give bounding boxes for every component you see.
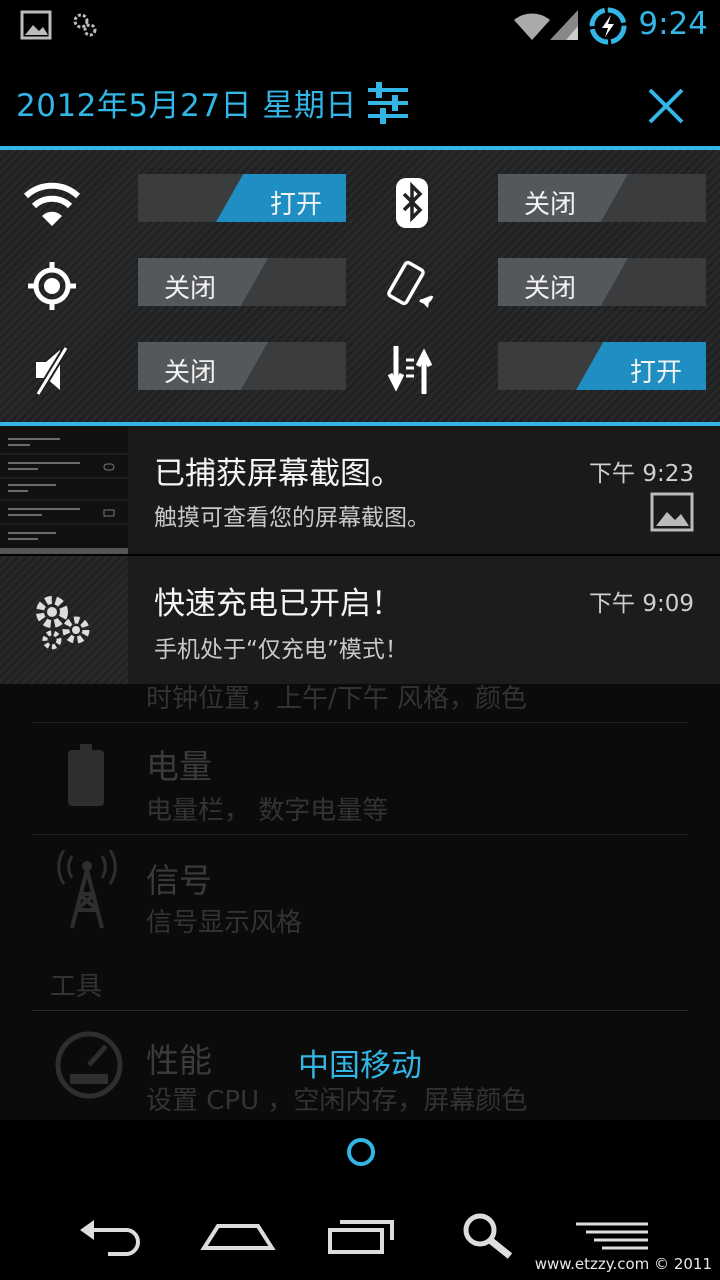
signal-tower-icon <box>54 849 120 934</box>
perf-item-subtitle: 设置 CPU ，空闲内存，屏幕颜色 <box>146 1086 528 1116</box>
sound-muted-icon[interactable] <box>22 340 82 400</box>
notification-text: 手机处于“仅充电”模式！ <box>154 637 408 663</box>
home-icon[interactable] <box>198 1208 278 1264</box>
bluetooth-toggle-label: 关闭 <box>524 190 577 220</box>
search-icon[interactable] <box>452 1208 532 1264</box>
picture-icon <box>20 10 52 44</box>
drag-handle[interactable] <box>347 1138 375 1166</box>
notification-screenshot[interactable]: 已捕获屏幕截图。 触摸可查看您的屏幕截图。 下午 9:23 <box>0 426 720 554</box>
notification-fast-charge[interactable]: 快速充电已开启！ 手机处于“仅充电”模式！ 下午 9:09 <box>0 556 720 684</box>
sound-toggle[interactable]: 关闭 <box>138 342 346 390</box>
recent-apps-icon[interactable] <box>322 1208 402 1264</box>
rotate-toggle-label: 关闭 <box>524 274 577 304</box>
signal-item-subtitle: 信号显示风格 <box>146 908 303 938</box>
quick-toggles-panel: 打开 关闭 关闭 关闭 关闭 打开 <box>0 150 720 422</box>
battery-icon <box>66 744 106 812</box>
back-icon[interactable] <box>72 1208 152 1264</box>
gps-toggle[interactable]: 关闭 <box>138 258 346 306</box>
carrier-label: 中国移动 <box>298 1048 422 1084</box>
data-toggle[interactable]: 打开 <box>498 342 706 390</box>
watermark: www.etzzy.com © 2011 <box>534 1255 712 1273</box>
notification-time: 下午 9:23 <box>589 461 694 487</box>
battery-item-title: 电量 <box>146 747 212 786</box>
signal-item-title: 信号 <box>146 861 212 900</box>
close-icon[interactable] <box>640 80 692 132</box>
gears-icon <box>0 556 128 684</box>
wifi-icon[interactable] <box>22 174 82 234</box>
gear-icon <box>72 12 98 42</box>
gps-toggle-label: 关闭 <box>164 274 217 304</box>
tools-section-header: 工具 <box>50 972 103 1002</box>
battery-item-subtitle: 电量栏， 数字电量等 <box>146 796 389 826</box>
notification-title: 已捕获屏幕截图。 <box>154 456 402 492</box>
notification-time: 下午 9:09 <box>589 591 694 617</box>
screenshot-thumbnail <box>0 426 128 554</box>
signal-icon <box>548 8 580 46</box>
date-label: 2012年5月27日 星期日 <box>16 88 357 124</box>
status-time: 9:24 <box>638 6 708 42</box>
rotate-toggle[interactable]: 关闭 <box>498 258 706 306</box>
sound-toggle-label: 关闭 <box>164 358 217 388</box>
data-toggle-label: 打开 <box>629 358 682 388</box>
wifi-toggle[interactable]: 打开 <box>138 174 346 222</box>
picture-icon <box>650 492 694 536</box>
sliders-icon[interactable] <box>362 80 418 126</box>
wifi-toggle-label: 打开 <box>269 190 322 220</box>
gps-icon[interactable] <box>22 256 82 316</box>
rotate-icon[interactable] <box>384 256 444 316</box>
bluetooth-icon[interactable] <box>382 174 442 234</box>
clock-item-subtitle: 时钟位置，上午/下午 风格，颜色 <box>146 684 528 714</box>
bluetooth-toggle[interactable]: 关闭 <box>498 174 706 222</box>
notification-title: 快速充电已开启！ <box>154 586 402 622</box>
notification-text: 触摸可查看您的屏幕截图。 <box>154 505 430 531</box>
notification-header: 2012年5月27日 星期日 <box>0 50 720 146</box>
data-transfer-icon[interactable] <box>382 340 442 400</box>
battery-charging-icon <box>588 6 628 50</box>
status-bar: 9:24 <box>0 0 720 50</box>
wifi-icon <box>512 10 552 46</box>
